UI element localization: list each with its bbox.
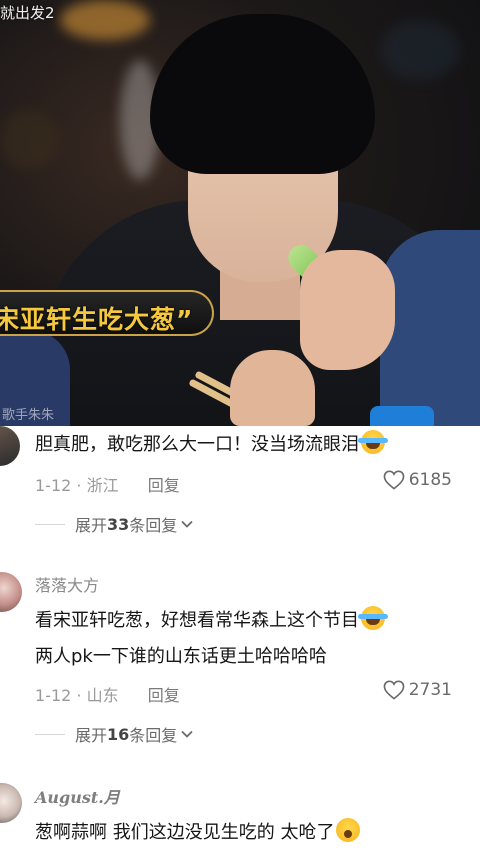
reply-button[interactable]: 回复: [148, 476, 180, 495]
reply-count: 16: [107, 724, 130, 744]
comment-text-line: 看宋亚轩吃葱，好想看常华森上这个节目: [35, 610, 359, 631]
comment-date: 1-12: [35, 686, 72, 705]
expand-replies[interactable]: 展开 33 条回复: [35, 512, 193, 536]
comment-text: 葱啊蒜啊 我们这边没见生吃的 太呛了: [35, 818, 361, 844]
comment-text: 胆真肥，敢吃那么大一口！没当场流眼泪: [35, 430, 388, 456]
expand-replies[interactable]: 展开 16 条回复: [35, 722, 193, 746]
comment-text-line: 两人pk一下谁的山东话更土哈哈哈哈: [35, 646, 327, 667]
person-hand: [230, 350, 315, 426]
video-caption-banner: 宋亚轩生吃大葱”: [0, 290, 214, 336]
heart-icon: [383, 680, 405, 700]
comment-text-content: 葱啊蒜啊 我们这边没见生吃的 太呛了: [35, 822, 335, 843]
comment-meta: 1-12 · 浙江 回复: [35, 476, 180, 495]
loudly-crying-face-icon: [358, 606, 388, 630]
like-count: 6185: [408, 470, 452, 490]
chevron-down-icon: [181, 730, 193, 738]
expand-prefix: 展开: [75, 726, 108, 745]
divider: [35, 733, 65, 735]
avatar[interactable]: [0, 426, 20, 466]
video-watermark-bottom: 歌手朱朱: [2, 408, 55, 423]
like-button[interactable]: 2731: [383, 680, 452, 700]
divider: [35, 523, 65, 525]
comment-text-content: 胆真肥，敢吃那么大一口！没当场流眼泪: [35, 434, 359, 455]
fearful-face-icon: [336, 818, 361, 842]
background-light: [60, 0, 150, 40]
reply-button[interactable]: 回复: [148, 686, 180, 705]
heart-icon: [383, 470, 405, 490]
comment-username[interactable]: 落落大方: [35, 572, 99, 596]
cup: [370, 406, 434, 426]
loudly-crying-face-icon: [358, 430, 388, 454]
reply-count: 33: [107, 514, 130, 534]
avatar[interactable]: [0, 572, 22, 612]
expand-prefix: 展开: [75, 516, 108, 535]
background-light: [380, 20, 460, 80]
person-hair: [150, 14, 375, 174]
comment-location: 浙江: [86, 476, 119, 495]
comment-meta: 1-12 · 山东 回复: [35, 686, 180, 705]
like-count: 2731: [408, 680, 452, 700]
person-jacket-side: [380, 230, 480, 426]
video-caption-text: 宋亚轩生吃大葱”: [0, 305, 194, 334]
person-hand: [300, 250, 395, 370]
comment-text: 看宋亚轩吃葱，好想看常华森上这个节目: [35, 606, 388, 632]
expand-suffix: 条回复: [129, 726, 178, 745]
background-light: [0, 110, 60, 170]
comment-list: 胆真肥，敢吃那么大一口！没当场流眼泪 1-12 · 浙江 回复 6185 展开 3…: [0, 426, 480, 853]
video-watermark-top: 就出发2: [0, 4, 55, 22]
video-frame[interactable]: 就出发2 宋亚轩生吃大葱” 歌手朱朱: [0, 0, 480, 426]
comment-date: 1-12: [35, 476, 72, 495]
avatar[interactable]: [0, 783, 22, 823]
expand-suffix: 条回复: [129, 516, 178, 535]
comment-location: 山东: [86, 686, 119, 705]
chevron-down-icon: [181, 520, 193, 528]
comment-username[interactable]: August.月: [35, 784, 120, 808]
like-button[interactable]: 6185: [383, 470, 452, 490]
